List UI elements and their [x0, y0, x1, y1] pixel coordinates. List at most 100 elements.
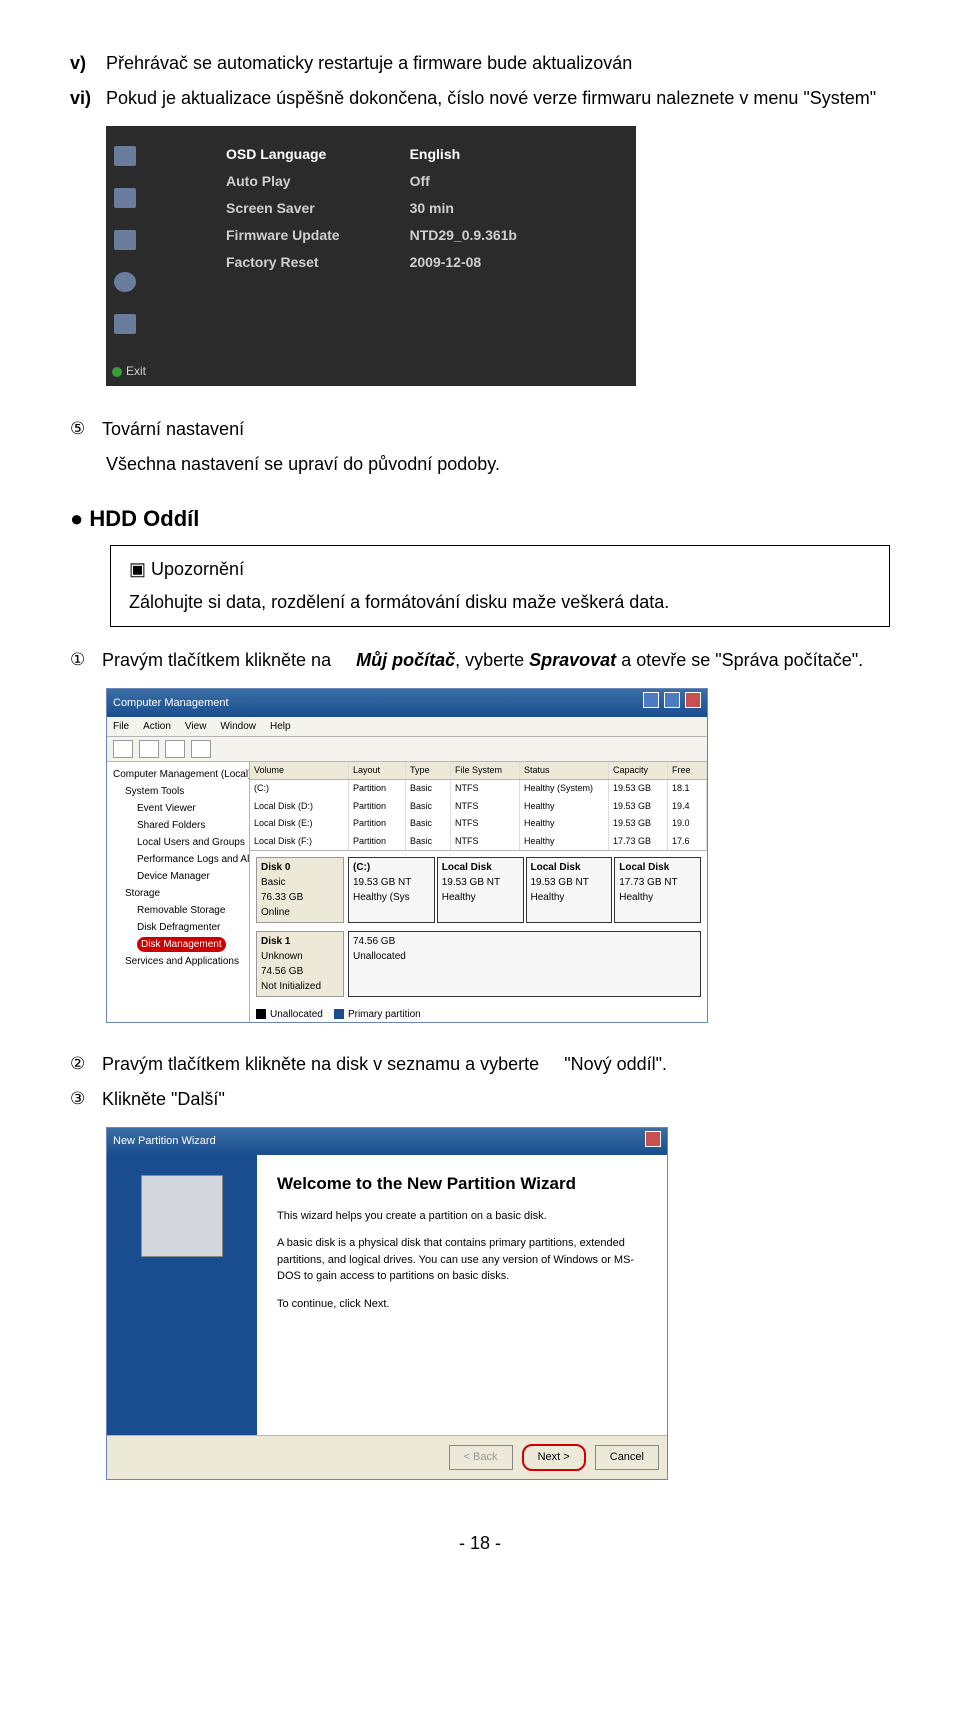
tree-s0[interactable]: Removable Storage	[109, 902, 247, 919]
osd-r-3: NTD29_0.9.361b	[410, 225, 517, 246]
gear-icon	[114, 188, 136, 208]
table-row[interactable]: Local Disk (D:)PartitionBasicNTFSHealthy…	[250, 798, 707, 816]
disk-partition[interactable]: Local Disk19.53 GB NTHealthy	[437, 857, 524, 923]
wizard-screenshot: New Partition Wizard Welcome to the New …	[106, 1127, 668, 1480]
menu-window[interactable]: Window	[220, 719, 256, 734]
disk1-part[interactable]: 74.56 GB Unallocated	[348, 931, 701, 997]
th-status[interactable]: Status	[520, 762, 609, 780]
tree-c3[interactable]: Performance Logs and Alerts	[109, 851, 247, 868]
osd-l-1: Auto Play	[226, 171, 340, 192]
tree-c0[interactable]: Event Viewer	[109, 800, 247, 817]
item2-text: Pravým tlačítkem klikněte na disk v sezn…	[102, 1054, 539, 1074]
tree-systools[interactable]: System Tools	[109, 783, 247, 800]
item1-bold2: Spravovat	[529, 650, 616, 670]
minimize-icon[interactable]	[643, 692, 659, 708]
monitor-icon	[114, 146, 136, 166]
network-icon	[114, 314, 136, 334]
tree-c4[interactable]: Device Manager	[109, 868, 247, 885]
osd-r-1: Off	[410, 171, 517, 192]
next-button[interactable]: Next >	[522, 1444, 586, 1471]
refresh-icon[interactable]	[165, 740, 185, 758]
cm-title: Computer Management	[113, 695, 229, 712]
list-item-5: ⑤ Tovární nastavení	[70, 416, 890, 443]
cancel-button[interactable]: Cancel	[595, 1445, 659, 1470]
table-row[interactable]: Local Disk (F:)PartitionBasicNTFSHealthy…	[250, 833, 707, 851]
list-item-vi: vi) Pokud je aktualizace úspěšně dokonče…	[70, 85, 890, 112]
tree-c1[interactable]: Shared Folders	[109, 817, 247, 834]
list-item-v: v) Přehrávač se automaticky restartuje a…	[70, 50, 890, 77]
osd-columns: OSD Language Auto Play Screen Saver Firm…	[226, 144, 517, 273]
osd-r-2: 30 min	[410, 198, 517, 219]
tree-storage[interactable]: Storage	[109, 885, 247, 902]
menu-help[interactable]: Help	[270, 719, 291, 734]
marker-3: ③	[70, 1086, 102, 1113]
wiz-close-icon[interactable]	[645, 1131, 661, 1147]
disk-partition[interactable]: (C:)19.53 GB NTHealthy (Sys	[348, 857, 435, 923]
tree-c2[interactable]: Local Users and Groups	[109, 834, 247, 851]
disk0-name: Disk 0	[261, 862, 290, 873]
folder-icon	[114, 230, 136, 250]
cm-disks: Disk 0 Basic 76.33 GB Online (C:)19.53 G…	[250, 851, 707, 1030]
list-item-2: ② Pravým tlačítkem klikněte na disk v se…	[70, 1051, 890, 1078]
legend-primary: Primary partition	[348, 1009, 421, 1020]
osd-r-4: 2009-12-08	[410, 252, 517, 273]
menu-action[interactable]: Action	[143, 719, 171, 734]
th-cap[interactable]: Capacity	[609, 762, 668, 780]
list-item-1: ① Pravým tlačítkem klikněte na Můj počít…	[70, 647, 890, 674]
menu-file[interactable]: File	[113, 719, 129, 734]
th-volume[interactable]: Volume	[250, 762, 349, 780]
item1-post: a otevře se "Správa počítače".	[616, 650, 863, 670]
disk1-part-size: 74.56 GB	[353, 936, 395, 947]
disk1-size: 74.56 GB	[261, 966, 303, 977]
tree-root[interactable]: Computer Management (Local)	[109, 766, 247, 783]
disc-icon	[114, 272, 136, 292]
props-icon[interactable]	[191, 740, 211, 758]
th-free[interactable]: Free	[668, 762, 707, 780]
notice-text: Zálohujte si data, rozdělení a formátová…	[129, 589, 871, 616]
wiz-side	[107, 1155, 257, 1435]
text-v: Přehrávač se automaticky restartuje a fi…	[106, 50, 632, 77]
disk0-row: Disk 0 Basic 76.33 GB Online (C:)19.53 G…	[256, 857, 701, 923]
th-layout[interactable]: Layout	[349, 762, 406, 780]
close-icon[interactable]	[685, 692, 701, 708]
tree-icon[interactable]	[139, 740, 159, 758]
wiz-p1: This wizard helps you create a partition…	[277, 1208, 647, 1225]
disk1-status: Not Initialized	[261, 981, 321, 992]
osd-r-0: English	[410, 144, 517, 165]
cm-menu-bar: File Action View Window Help	[107, 717, 707, 737]
osd-l-2: Screen Saver	[226, 198, 340, 219]
disk1-row: Disk 1 Unknown 74.56 GB Not Initialized …	[256, 931, 701, 997]
osd-exit: Exit	[112, 362, 146, 380]
wiz-buttons: < Back Next > Cancel	[107, 1435, 667, 1479]
tree-s1[interactable]: Disk Defragmenter	[109, 919, 247, 936]
item1-pre: Pravým tlačítkem klikněte na	[102, 650, 331, 670]
disk-partition[interactable]: Local Disk17.73 GB NTHealthy	[614, 857, 701, 923]
item1-mid: , vyberte	[455, 650, 529, 670]
legend-unalloc-box	[256, 1009, 266, 1019]
wiz-title-text: New Partition Wizard	[113, 1133, 216, 1150]
cm-toolbar	[107, 737, 707, 762]
marker-2: ②	[70, 1051, 102, 1078]
item1-bold: Můj počítač	[356, 650, 455, 670]
menu-view[interactable]: View	[185, 719, 207, 734]
back-icon[interactable]	[113, 740, 133, 758]
osd-l-4: Factory Reset	[226, 252, 340, 273]
tree-services[interactable]: Services and Applications	[109, 953, 247, 970]
wiz-heading: Welcome to the New Partition Wizard	[277, 1171, 647, 1197]
th-fs[interactable]: File System	[451, 762, 520, 780]
disk0-size: 76.33 GB	[261, 892, 303, 903]
table-row[interactable]: (C:)PartitionBasicNTFSHealthy (System)19…	[250, 780, 707, 798]
maximize-icon[interactable]	[664, 692, 680, 708]
table-row[interactable]: Local Disk (E:)PartitionBasicNTFSHealthy…	[250, 815, 707, 833]
item2-quoted: "Nový oddíl".	[564, 1054, 667, 1074]
th-type[interactable]: Type	[406, 762, 451, 780]
disk-partition[interactable]: Local Disk19.53 GB NTHealthy	[526, 857, 613, 923]
hdd-heading: ● HDD Oddíl	[70, 502, 890, 535]
tree-diskmgmt[interactable]: Disk Management	[137, 937, 226, 952]
legend-unalloc: Unallocated	[270, 1009, 323, 1020]
disk0-status: Online	[261, 907, 290, 918]
disk1-type: Unknown	[261, 951, 303, 962]
disk1-name: Disk 1	[261, 936, 290, 947]
wiz-titlebar: New Partition Wizard	[107, 1128, 667, 1156]
wiz-p2: A basic disk is a physical disk that con…	[277, 1235, 647, 1285]
